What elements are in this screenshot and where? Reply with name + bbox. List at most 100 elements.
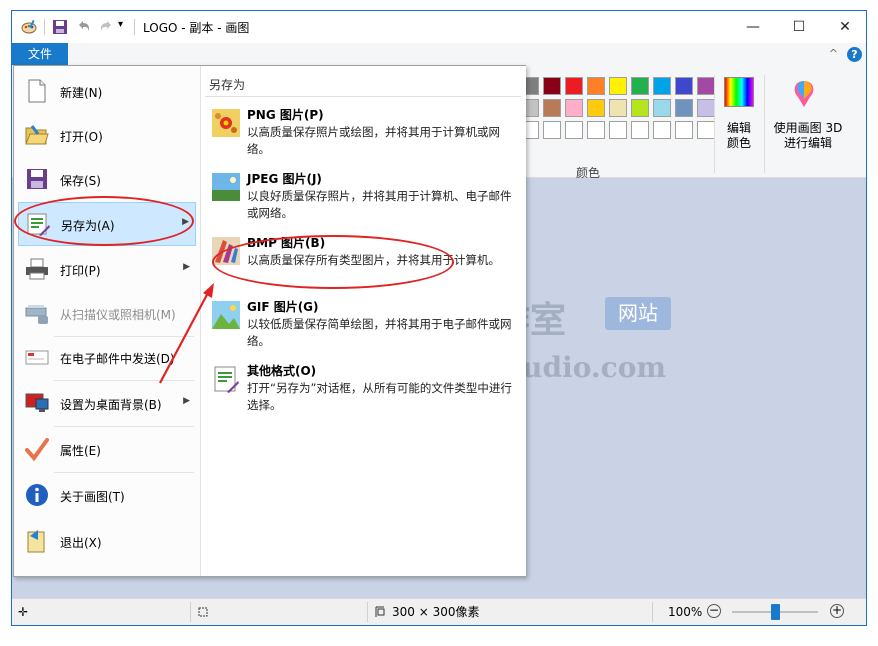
save-as-option-description: 打开“另存为”对话框，从所有可能的文件类型中进行选择。 <box>247 381 512 412</box>
color-swatch[interactable] <box>609 121 627 139</box>
color-swatch[interactable] <box>653 99 671 117</box>
ribbon-separator <box>714 75 715 173</box>
zoom-in-button[interactable]: + <box>830 604 844 618</box>
status-separator <box>367 602 368 622</box>
color-swatch[interactable] <box>543 77 561 95</box>
save-as-submenu: 另存为 PNG 图片(P) 以高质量保存照片或绘图，并将其用于计算机或网络。 JPE… <box>200 66 526 576</box>
zoom-level-text: 100% <box>668 605 703 619</box>
window-title: LOGO - 副本 - 画图 <box>143 21 250 35</box>
save-quick-icon[interactable] <box>52 19 68 35</box>
collapse-ribbon-icon[interactable]: ^ <box>829 47 838 60</box>
file-menu-item[interactable]: 新建(N) <box>18 70 196 114</box>
edit-colors-label: 编辑颜色 <box>726 121 751 150</box>
color-swatch[interactable] <box>609 99 627 117</box>
color-swatch[interactable] <box>543 121 561 139</box>
color-swatch[interactable] <box>543 99 561 117</box>
checkmark-icon <box>24 436 50 462</box>
file-menu: 新建(N) 打开(O) 保存(S) 另存为(A) ▶ 打印(P) ▶ 从扫描仪或照相机(M) 在… <box>13 65 526 577</box>
zoom-slider-thumb[interactable] <box>771 604 780 620</box>
paint-window: ▾ LOGO - 副本 - 画图 — ☐ ✕ ^ ? 文件 颜色 编辑颜色 使用… <box>11 10 867 626</box>
color-swatch[interactable] <box>697 77 715 95</box>
save-as-header: 另存为 <box>209 78 246 92</box>
file-menu-item-label: 新建(N) <box>60 86 103 100</box>
scanner-icon <box>24 300 50 326</box>
save-disk-icon <box>24 166 50 192</box>
paint3d-button[interactable]: 使用画图 3D 进行编辑 <box>770 71 842 157</box>
status-separator <box>190 602 191 622</box>
watermark-badge: 网站 <box>605 297 671 330</box>
jpeg-image-icon <box>211 172 241 202</box>
email-icon <box>24 344 50 370</box>
color-swatch[interactable] <box>697 99 715 117</box>
file-menu-item-label: 关于画图(T) <box>60 490 125 504</box>
color-swatch[interactable] <box>675 99 693 117</box>
submenu-divider <box>205 96 521 97</box>
menu-divider <box>54 472 194 473</box>
color-swatch[interactable] <box>609 77 627 95</box>
info-icon <box>24 482 50 508</box>
image-size-text: 300 × 300像素 <box>392 605 480 619</box>
file-menu-item[interactable]: 打开(O) <box>18 114 196 158</box>
color-swatch[interactable] <box>697 121 715 139</box>
undo-icon[interactable] <box>76 19 92 35</box>
color-swatch[interactable] <box>565 121 583 139</box>
close-button[interactable]: ✕ <box>822 11 868 43</box>
save-as-option-title: JPEG 图片(J) <box>247 172 322 186</box>
file-menu-item[interactable]: 关于画图(T) <box>18 474 196 518</box>
file-menu-item[interactable]: 属性(E) <box>18 428 196 472</box>
color-swatch[interactable] <box>675 121 693 139</box>
save-as-option[interactable]: 其他格式(O) 打开“另存为”对话框，从所有可能的文件类型中进行选择。 <box>205 358 521 420</box>
save-as-option[interactable]: GIF 图片(G) 以较低质量保存简单绘图，并将其用于电子邮件或网络。 <box>205 294 521 356</box>
selection-size-icon <box>198 607 208 617</box>
maximize-button[interactable]: ☐ <box>776 11 822 43</box>
ribbon-tab-bar: ^ ? <box>12 43 866 67</box>
paint-app-icon[interactable] <box>21 19 37 35</box>
zoom-out-button[interactable]: − <box>707 604 721 618</box>
file-menu-item-label: 属性(E) <box>60 444 101 458</box>
file-menu-item-label: 保存(S) <box>60 174 101 188</box>
help-icon[interactable]: ? <box>847 47 862 62</box>
color-swatch[interactable] <box>587 121 605 139</box>
minimize-button[interactable]: — <box>730 11 776 43</box>
save-as-option[interactable]: PNG 图片(P) 以高质量保存照片或绘图，并将其用于计算机或网络。 <box>205 102 521 164</box>
color-swatch[interactable] <box>565 77 583 95</box>
annotation-ellipse-save-as <box>14 196 194 246</box>
file-menu-item[interactable]: 退出(X) <box>18 520 196 564</box>
exit-icon <box>24 528 50 554</box>
color-swatch[interactable] <box>631 121 649 139</box>
cursor-position-icon: ✛ <box>18 605 29 619</box>
edit-colors-button[interactable]: 编辑颜色 <box>718 71 758 157</box>
qat-separator <box>44 19 45 35</box>
paint3d-icon <box>794 81 814 107</box>
image-size-icon <box>375 606 385 617</box>
save-as-option-description: 以良好质量保存照片，并将其用于计算机、电子邮件或网络。 <box>247 189 512 220</box>
save-as-option[interactable]: JPEG 图片(J) 以良好质量保存照片，并将其用于计算机、电子邮件或网络。 <box>205 166 521 228</box>
color-swatch[interactable] <box>675 77 693 95</box>
redo-icon[interactable] <box>98 19 114 35</box>
color-swatch[interactable] <box>587 77 605 95</box>
ribbon-separator <box>764 75 765 173</box>
file-tab[interactable]: 文件 <box>12 43 68 65</box>
save-as-option-description: 以高质量保存照片或绘图，并将其用于计算机或网络。 <box>247 125 500 156</box>
status-separator <box>652 602 653 622</box>
open-folder-icon <box>24 122 50 148</box>
title-separator <box>134 19 135 35</box>
annotation-ellipse-bmp <box>212 235 454 289</box>
color-swatch[interactable] <box>587 99 605 117</box>
color-swatch[interactable] <box>565 99 583 117</box>
annotation-arrow <box>159 283 214 384</box>
file-menu-item-label: 退出(X) <box>60 536 102 550</box>
submenu-arrow-icon: ▶ <box>183 396 190 406</box>
new-file-icon <box>24 78 50 104</box>
color-swatch[interactable] <box>653 77 671 95</box>
color-swatch[interactable] <box>631 99 649 117</box>
color-swatch[interactable] <box>653 121 671 139</box>
customize-qat-icon[interactable]: ▾ <box>118 19 123 30</box>
save-as-option-title: GIF 图片(G) <box>247 300 319 314</box>
paint3d-label: 使用画图 3D 进行编辑 <box>773 121 843 150</box>
rainbow-icon <box>724 77 754 107</box>
png-image-icon <box>211 108 241 138</box>
color-swatch[interactable] <box>631 77 649 95</box>
menu-divider <box>54 426 194 427</box>
file-menu-item-label: 打开(O) <box>60 130 103 144</box>
